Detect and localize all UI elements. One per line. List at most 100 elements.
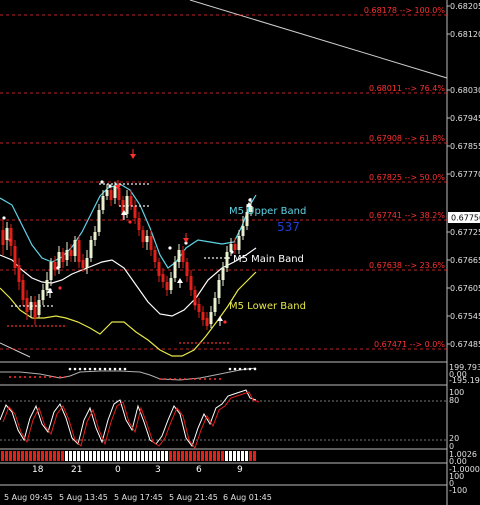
signal-dot bbox=[203, 342, 205, 344]
signal-dot bbox=[131, 183, 133, 185]
hist-bar bbox=[73, 451, 76, 461]
signal-dot bbox=[23, 325, 25, 327]
hist-bar bbox=[13, 451, 16, 461]
hist-bar bbox=[61, 451, 64, 461]
candle-body bbox=[77, 240, 81, 262]
candle-body bbox=[89, 240, 93, 258]
signal-dot bbox=[115, 183, 117, 185]
sub1-dot bbox=[123, 367, 127, 371]
trendline-lower[interactable] bbox=[0, 342, 31, 358]
sub1-dot bbox=[113, 367, 117, 371]
hist-bar bbox=[33, 451, 36, 461]
candle-body bbox=[161, 274, 165, 282]
candle-body bbox=[105, 190, 109, 196]
signal-dot bbox=[212, 257, 214, 259]
sub1-dot bbox=[253, 367, 257, 371]
signal-dot bbox=[35, 305, 37, 307]
signal-dot bbox=[195, 342, 197, 344]
candle-body bbox=[165, 282, 169, 290]
trading-chart[interactable]: 0.68178 --> 100.0% 0.68011 --> 76.4% 0.679… bbox=[0, 0, 480, 505]
sub1-dot bbox=[169, 378, 171, 380]
hist-bar bbox=[141, 451, 144, 461]
hist-bar bbox=[205, 451, 208, 461]
signal-dot bbox=[193, 302, 197, 306]
hist-bar bbox=[25, 451, 28, 461]
hist-hour-label: 18 bbox=[32, 465, 44, 475]
hist-bar bbox=[69, 451, 72, 461]
down-arrow-icon bbox=[130, 154, 136, 159]
hist-bar bbox=[41, 451, 44, 461]
hist-bar bbox=[21, 451, 24, 461]
signal-dot bbox=[219, 342, 221, 344]
signal-dot bbox=[224, 257, 226, 259]
hist-bar bbox=[17, 451, 20, 461]
lower-band-label: M5 Lower Band bbox=[229, 301, 306, 312]
signal-dot bbox=[207, 342, 209, 344]
candle-body bbox=[97, 210, 101, 232]
up-arrow-icon bbox=[177, 278, 183, 283]
sub1-dot bbox=[73, 367, 77, 371]
candle-body bbox=[21, 280, 25, 300]
signal-dot bbox=[227, 342, 229, 344]
hist-bar bbox=[5, 451, 8, 461]
time-label: 5 Aug 17:45 bbox=[114, 493, 163, 502]
hist-bar bbox=[213, 451, 216, 461]
current-price: 0.67750 bbox=[451, 214, 480, 223]
fib-level-label: 0.68011 --> 76.4% bbox=[369, 84, 445, 93]
price-tick-label: 0.68205 bbox=[450, 2, 480, 11]
sub1-dot bbox=[184, 378, 186, 380]
sub1-dot bbox=[93, 367, 97, 371]
candle-body bbox=[153, 250, 157, 262]
hist-bar bbox=[125, 451, 128, 461]
candle-body bbox=[201, 312, 205, 320]
signal-dot bbox=[7, 325, 9, 327]
candle-body bbox=[189, 276, 193, 290]
signal-dot bbox=[128, 220, 132, 224]
signal-dot bbox=[127, 205, 129, 207]
sub1-dot bbox=[68, 367, 72, 371]
signal-dot bbox=[215, 342, 217, 344]
time-label: 5 Aug 21:45 bbox=[169, 493, 218, 502]
sub1-indicator-line bbox=[0, 367, 257, 381]
main-band-label: M5 Main Band bbox=[233, 254, 304, 265]
signal-dot bbox=[127, 183, 129, 185]
stoch-80-label: 80 bbox=[449, 396, 459, 405]
signal-dot bbox=[63, 325, 65, 327]
candle-body bbox=[157, 262, 161, 276]
candle-body bbox=[69, 250, 73, 256]
candle-body bbox=[233, 244, 237, 250]
candle-body bbox=[137, 218, 141, 230]
sub1-dot bbox=[233, 367, 237, 371]
hist-bar bbox=[181, 451, 184, 461]
candle-body bbox=[57, 252, 61, 268]
fib-level-label: 0.68178 --> 100.0% bbox=[364, 6, 446, 15]
candle-body bbox=[5, 228, 9, 240]
candle-body bbox=[217, 280, 221, 298]
signal-dot bbox=[220, 257, 222, 259]
hist-bar bbox=[229, 451, 232, 461]
candle-body bbox=[133, 206, 137, 218]
price-tick-label: 0.67665 bbox=[450, 256, 480, 265]
hist-bar bbox=[29, 451, 32, 461]
candle-body bbox=[9, 228, 13, 246]
candle-body bbox=[141, 230, 145, 242]
signal-dot bbox=[100, 180, 104, 184]
fib-level-label: 0.67638 --> 23.6% bbox=[369, 261, 445, 270]
candle-body bbox=[181, 250, 185, 262]
hist-bar bbox=[241, 451, 244, 461]
hist-hour-label: 21 bbox=[71, 465, 82, 475]
sub1-dot bbox=[219, 378, 221, 380]
candle-body bbox=[149, 236, 153, 250]
hist-bar bbox=[253, 451, 256, 461]
sub1-dot bbox=[204, 378, 206, 380]
sub1-dot bbox=[98, 367, 102, 371]
signal-dot bbox=[143, 205, 145, 207]
hist-bar bbox=[185, 451, 188, 461]
hist-hour-label: 6 bbox=[196, 465, 202, 475]
signal-dot bbox=[204, 257, 206, 259]
signal-dot bbox=[223, 320, 227, 324]
hist-bar bbox=[49, 451, 52, 461]
hist-bar bbox=[157, 451, 160, 461]
signal-dot bbox=[51, 305, 53, 307]
candle-body bbox=[65, 250, 69, 260]
